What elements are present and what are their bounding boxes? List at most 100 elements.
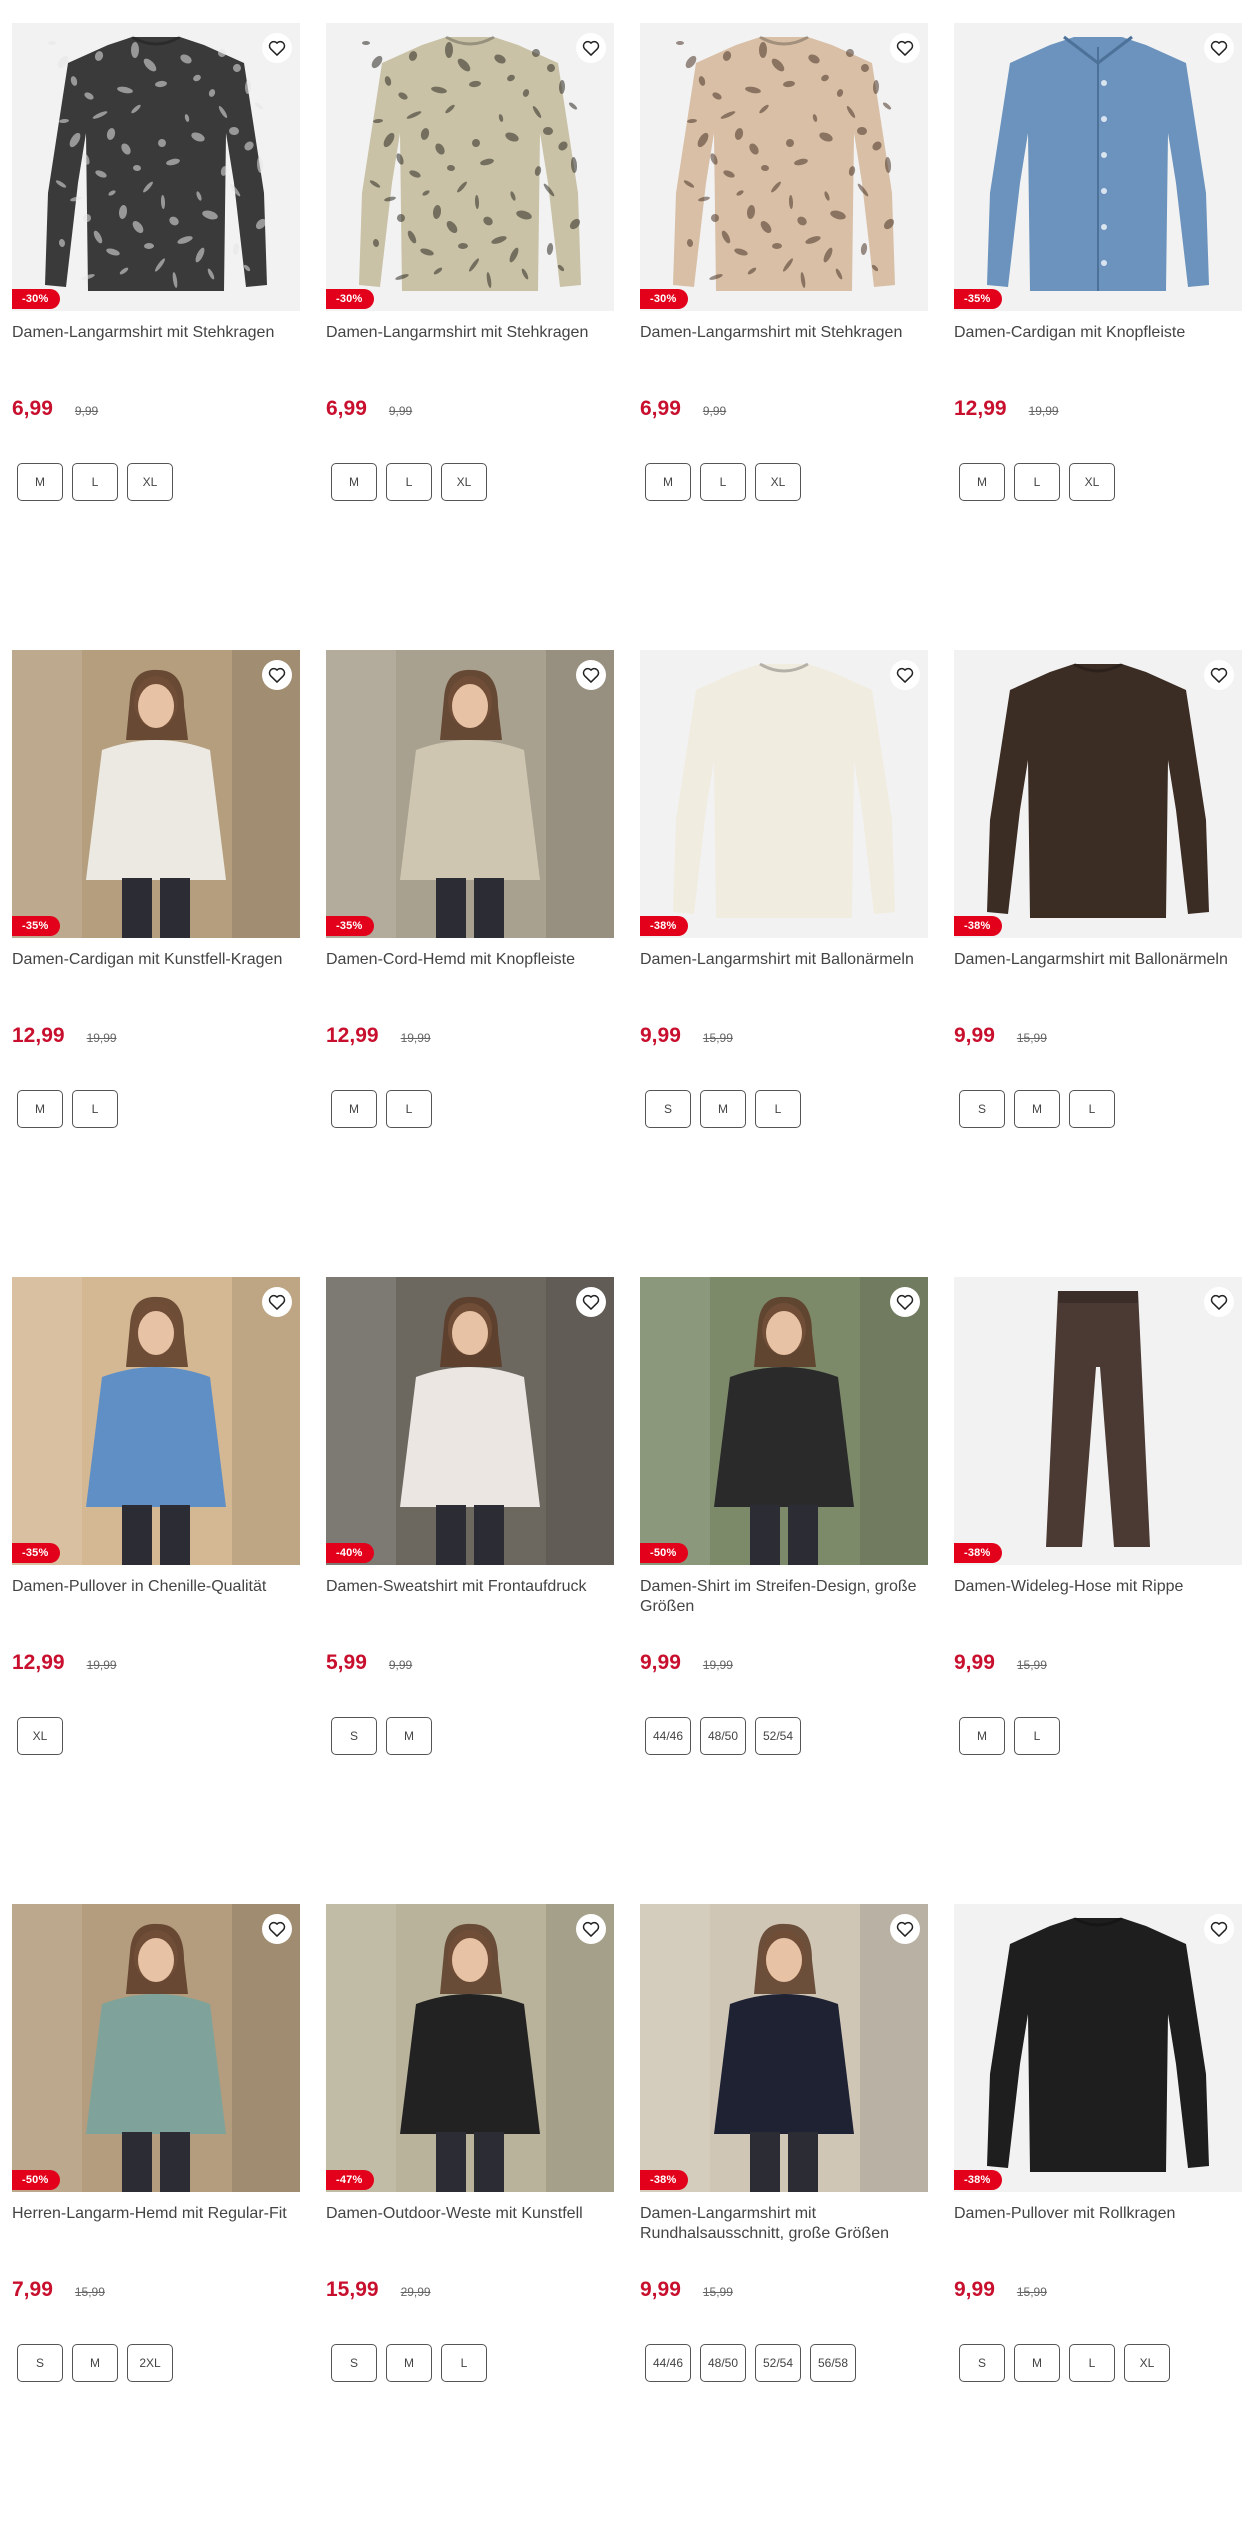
size-option[interactable]: L <box>386 463 432 501</box>
size-option[interactable]: M <box>72 2344 118 2382</box>
product-image[interactable]: -38% <box>640 650 928 938</box>
product-title[interactable]: Damen-Wideleg-Hose mit Rippe <box>954 1577 1242 1617</box>
size-option[interactable]: 44/46 <box>645 2344 691 2382</box>
product-image[interactable]: -30% <box>326 23 614 311</box>
size-option[interactable]: M <box>959 463 1005 501</box>
wishlist-heart-icon[interactable] <box>576 33 606 63</box>
size-option[interactable]: 56/58 <box>810 2344 856 2382</box>
product-card[interactable]: -38% Damen-Wideleg-Hose mit Rippe 9,99 15,9… <box>954 1277 1242 1904</box>
product-card[interactable]: -50% Damen-Shirt im Streifen-Design, groß… <box>640 1277 928 1904</box>
product-title[interactable]: Damen-Langarmshirt mit Stehkragen <box>12 323 300 363</box>
product-image[interactable]: -38% <box>954 1904 1242 2192</box>
wishlist-heart-icon[interactable] <box>1204 33 1234 63</box>
product-image[interactable]: -38% <box>640 1904 928 2192</box>
wishlist-heart-icon[interactable] <box>576 1287 606 1317</box>
product-title[interactable]: Damen-Langarmshirt mit Rundhalsausschnit… <box>640 2204 928 2244</box>
wishlist-heart-icon[interactable] <box>262 33 292 63</box>
product-card[interactable]: -38% Damen-Langarmshirt mit Rundhalsaussc… <box>640 1904 928 2531</box>
product-image[interactable]: -35% <box>326 650 614 938</box>
wishlist-heart-icon[interactable] <box>890 1287 920 1317</box>
wishlist-heart-icon[interactable] <box>1204 1287 1234 1317</box>
product-card[interactable]: -30% Damen-Langarmshirt mit Stehkragen 6,9… <box>326 23 614 650</box>
size-option[interactable]: L <box>72 1090 118 1128</box>
size-option[interactable]: XL <box>755 463 801 501</box>
size-option[interactable]: L <box>700 463 746 501</box>
size-option[interactable]: L <box>72 463 118 501</box>
product-card[interactable]: -47% Damen-Outdoor-Weste mit Kunstfell 15,… <box>326 1904 614 2531</box>
size-option[interactable]: 48/50 <box>700 2344 746 2382</box>
size-option[interactable]: L <box>386 1090 432 1128</box>
wishlist-heart-icon[interactable] <box>890 660 920 690</box>
product-card[interactable]: -38% Damen-Pullover mit Rollkragen 9,99 15,… <box>954 1904 1242 2531</box>
size-option[interactable]: L <box>755 1090 801 1128</box>
product-title[interactable]: Damen-Outdoor-Weste mit Kunstfell <box>326 2204 614 2244</box>
product-image[interactable]: -30% <box>640 23 928 311</box>
product-image[interactable]: -38% <box>954 1277 1242 1565</box>
wishlist-heart-icon[interactable] <box>262 1287 292 1317</box>
product-card[interactable]: -30% Damen-Langarmshirt mit Stehkragen 6,9… <box>640 23 928 650</box>
product-title[interactable]: Damen-Langarmshirt mit Stehkragen <box>640 323 928 363</box>
wishlist-heart-icon[interactable] <box>1204 1914 1234 1944</box>
wishlist-heart-icon[interactable] <box>576 1914 606 1944</box>
size-option[interactable]: 2XL <box>127 2344 173 2382</box>
product-image[interactable]: -35% <box>12 650 300 938</box>
wishlist-heart-icon[interactable] <box>890 1914 920 1944</box>
wishlist-heart-icon[interactable] <box>262 1914 292 1944</box>
wishlist-heart-icon[interactable] <box>1204 660 1234 690</box>
product-card[interactable]: -50% Herren-Langarm-Hemd mit Regular-Fit 7… <box>12 1904 300 2531</box>
product-card[interactable]: -35% Damen-Cord-Hemd mit Knopfleiste 12,99… <box>326 650 614 1277</box>
product-image[interactable]: -35% <box>954 23 1242 311</box>
product-title[interactable]: Herren-Langarm-Hemd mit Regular-Fit <box>12 2204 300 2244</box>
product-image[interactable]: -40% <box>326 1277 614 1565</box>
product-image[interactable]: -35% <box>12 1277 300 1565</box>
product-image[interactable]: -47% <box>326 1904 614 2192</box>
size-option[interactable]: L <box>441 2344 487 2382</box>
wishlist-heart-icon[interactable] <box>576 660 606 690</box>
product-title[interactable]: Damen-Langarmshirt mit Ballonärmeln <box>954 950 1242 990</box>
size-option[interactable]: XL <box>1124 2344 1170 2382</box>
size-option[interactable]: M <box>700 1090 746 1128</box>
size-option[interactable]: M <box>1014 1090 1060 1128</box>
size-option[interactable]: M <box>386 1717 432 1755</box>
size-option[interactable]: M <box>17 1090 63 1128</box>
size-option[interactable]: 52/54 <box>755 2344 801 2382</box>
product-title[interactable]: Damen-Cord-Hemd mit Knopfleiste <box>326 950 614 990</box>
size-option[interactable]: XL <box>17 1717 63 1755</box>
size-option[interactable]: S <box>645 1090 691 1128</box>
size-option[interactable]: M <box>386 2344 432 2382</box>
product-card[interactable]: -38% Damen-Langarmshirt mit Ballonärmeln 9… <box>954 650 1242 1277</box>
product-title[interactable]: Damen-Sweatshirt mit Frontaufdruck <box>326 1577 614 1617</box>
product-image[interactable]: -38% <box>954 650 1242 938</box>
product-title[interactable]: Damen-Cardigan mit Kunstfell-Kragen <box>12 950 300 990</box>
size-option[interactable]: S <box>17 2344 63 2382</box>
product-card[interactable]: -40% Damen-Sweatshirt mit Frontaufdruck 5,… <box>326 1277 614 1904</box>
product-title[interactable]: Damen-Langarmshirt mit Stehkragen <box>326 323 614 363</box>
product-title[interactable]: Damen-Langarmshirt mit Ballonärmeln <box>640 950 928 990</box>
size-option[interactable]: 44/46 <box>645 1717 691 1755</box>
product-card[interactable]: -35% Damen-Cardigan mit Knopfleiste 12,99 1… <box>954 23 1242 650</box>
size-option[interactable]: L <box>1069 1090 1115 1128</box>
size-option[interactable]: S <box>331 1717 377 1755</box>
size-option[interactable]: XL <box>1069 463 1115 501</box>
size-option[interactable]: M <box>17 463 63 501</box>
size-option[interactable]: L <box>1069 2344 1115 2382</box>
product-card[interactable]: -35% Damen-Pullover in Chenille-Qualität 1… <box>12 1277 300 1904</box>
size-option[interactable]: S <box>959 2344 1005 2382</box>
size-option[interactable]: 52/54 <box>755 1717 801 1755</box>
size-option[interactable]: M <box>959 1717 1005 1755</box>
product-card[interactable]: -30% Damen-Langarmshirt mit Stehkragen 6,9… <box>12 23 300 650</box>
wishlist-heart-icon[interactable] <box>890 33 920 63</box>
size-option[interactable]: XL <box>127 463 173 501</box>
product-image[interactable]: -50% <box>640 1277 928 1565</box>
product-card[interactable]: -38% Damen-Langarmshirt mit Ballonärmeln 9… <box>640 650 928 1277</box>
size-option[interactable]: M <box>331 1090 377 1128</box>
size-option[interactable]: S <box>959 1090 1005 1128</box>
size-option[interactable]: M <box>1014 2344 1060 2382</box>
product-title[interactable]: Damen-Cardigan mit Knopfleiste <box>954 323 1242 363</box>
product-title[interactable]: Damen-Pullover mit Rollkragen <box>954 2204 1242 2244</box>
product-title[interactable]: Damen-Pullover in Chenille-Qualität <box>12 1577 300 1617</box>
size-option[interactable]: L <box>1014 463 1060 501</box>
wishlist-heart-icon[interactable] <box>262 660 292 690</box>
size-option[interactable]: M <box>331 463 377 501</box>
size-option[interactable]: M <box>645 463 691 501</box>
